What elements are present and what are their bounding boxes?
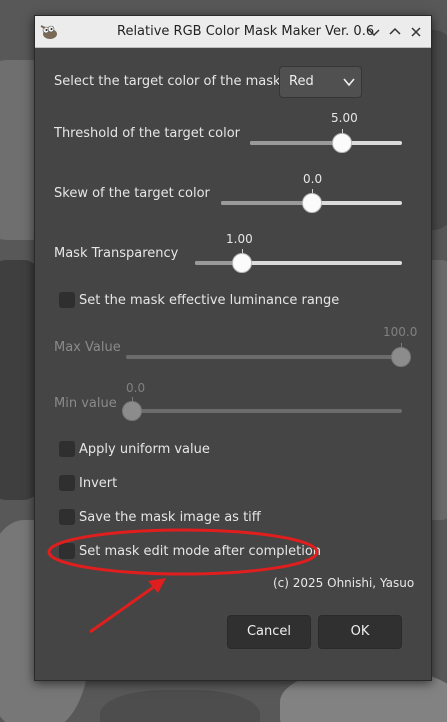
- credit-text: (c) 2025 Ohnishi, Yasuo: [273, 576, 415, 590]
- uniform-value-checkbox[interactable]: [59, 441, 75, 457]
- threshold-value: 5.00: [331, 111, 358, 125]
- target-color-select[interactable]: Red: [279, 66, 362, 98]
- min-value-label: Min value: [54, 396, 117, 411]
- close-icon[interactable]: [408, 24, 424, 40]
- max-value-label: Max Value: [54, 340, 121, 355]
- transparency-value: 1.00: [226, 232, 253, 246]
- max-value-slider-handle[interactable]: [391, 347, 411, 367]
- transparency-label: Mask Transparency: [54, 246, 179, 261]
- threshold-slider[interactable]: [250, 129, 402, 153]
- threshold-label: Threshold of the target color: [54, 126, 240, 141]
- ok-button[interactable]: OK: [318, 615, 402, 649]
- target-color-value: Red: [289, 74, 314, 89]
- max-value-value: 100.0: [383, 325, 418, 339]
- invert-label: Invert: [79, 476, 118, 491]
- dialog-window: Relative RGB Color Mask Maker Ver. 0.6 S…: [34, 15, 432, 681]
- gimp-wilber-icon: [40, 25, 57, 39]
- cancel-button[interactable]: Cancel: [227, 615, 311, 649]
- transparency-slider[interactable]: [195, 249, 402, 273]
- skew-value: 0.0: [303, 172, 323, 186]
- chevron-down-icon[interactable]: [366, 24, 382, 40]
- min-value-slider-handle[interactable]: [122, 401, 142, 421]
- skew-label: Skew of the target color: [54, 186, 210, 201]
- uniform-value-label: Apply uniform value: [79, 442, 210, 457]
- maximize-chevron-up-icon[interactable]: [387, 24, 403, 40]
- save-tiff-label: Save the mask image as tiff: [79, 510, 261, 525]
- chevron-down-icon: [343, 78, 355, 87]
- window-title: Relative RGB Color Mask Maker Ver. 0.6: [117, 24, 375, 39]
- threshold-slider-handle[interactable]: [332, 133, 352, 153]
- target-color-label: Select the target color of the mask:: [54, 74, 285, 89]
- min-value-slider[interactable]: [122, 397, 402, 421]
- edit-mode-checkbox[interactable]: [59, 543, 75, 559]
- skew-slider[interactable]: [221, 189, 402, 213]
- invert-checkbox[interactable]: [59, 475, 75, 491]
- skew-slider-handle[interactable]: [302, 193, 322, 213]
- luminance-range-label: Set the mask effective luminance range: [79, 293, 340, 308]
- min-value-value: 0.0: [126, 381, 146, 395]
- luminance-range-checkbox[interactable]: [59, 292, 75, 308]
- title-bar[interactable]: Relative RGB Color Mask Maker Ver. 0.6: [35, 16, 431, 48]
- edit-mode-label: Set mask edit mode after completion: [79, 544, 322, 559]
- transparency-slider-handle[interactable]: [232, 253, 252, 273]
- save-tiff-checkbox[interactable]: [59, 509, 75, 525]
- max-value-slider[interactable]: [126, 343, 411, 367]
